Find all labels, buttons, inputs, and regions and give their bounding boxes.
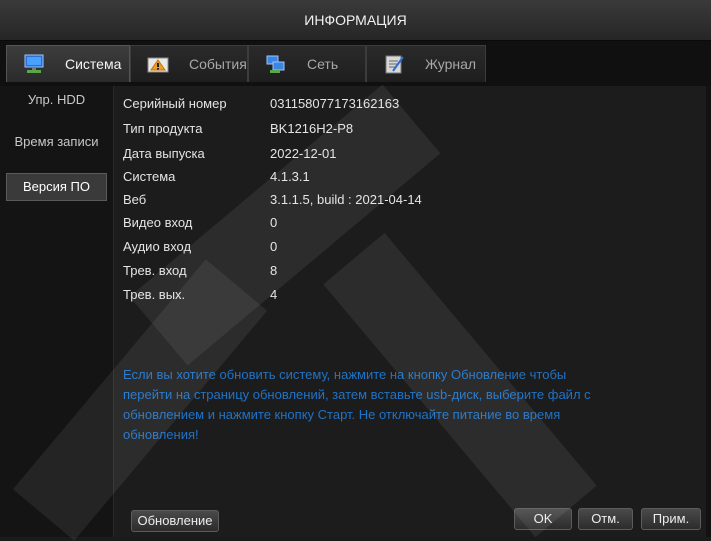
info-row-alarm-out: Трев. вых. 4 (123, 287, 277, 307)
tab-system-label: Система (65, 56, 122, 72)
info-value: 8 (270, 263, 278, 278)
info-label: Веб (123, 192, 147, 207)
info-value: 4.1.3.1 (270, 169, 310, 184)
alarm-icon (147, 54, 169, 74)
info-row-serial: Серийный номер 031158077173162163 (123, 96, 399, 116)
tab-network-label: Сеть (307, 56, 339, 72)
info-row-release-date: Дата выпуска 2022-12-01 (123, 146, 337, 166)
info-label: Серийный номер (123, 96, 227, 111)
cancel-button[interactable]: Отм. (578, 508, 633, 530)
info-value: 0 (270, 239, 278, 254)
info-row-web: Веб 3.1.1.5, build : 2021-04-14 (123, 192, 422, 212)
update-notice: Если вы хотите обновить систему, нажмите… (123, 367, 591, 442)
monitor-icon (23, 54, 45, 74)
window-title: ИНФОРМАЦИЯ (0, 0, 711, 41)
apply-button[interactable]: Прим. (641, 508, 701, 530)
tab-events[interactable]: События (130, 45, 248, 82)
tab-network[interactable]: Сеть (248, 45, 366, 82)
info-label: Тип продукта (123, 121, 203, 136)
info-label: Дата выпуска (123, 146, 205, 161)
log-icon (383, 54, 405, 74)
info-label: Видео вход (123, 215, 193, 230)
sidebar: Упр. HDD Время записи Версия ПО (0, 86, 113, 537)
info-value: 2022-12-01 (270, 146, 337, 161)
sidebar-item-version[interactable]: Версия ПО (6, 173, 107, 201)
info-value: 3.1.1.5, build : 2021-04-14 (270, 192, 422, 207)
info-window: ИНФОРМАЦИЯ Система События Сеть Журнал У… (0, 0, 711, 541)
info-value: BK1216H2-P8 (270, 121, 354, 136)
info-label: Аудио вход (123, 239, 192, 254)
update-button[interactable]: Обновление (131, 510, 219, 532)
sidebar-item-record-time[interactable]: Время записи (6, 128, 107, 156)
tab-bar: Система События Сеть Журнал (0, 41, 711, 86)
info-panel: Серийный номер 031158077173162163 Тип пр… (113, 86, 706, 537)
network-icon (265, 54, 287, 74)
tab-system[interactable]: Система (6, 45, 130, 82)
info-row-product-type: Тип продукта BK1216H2-P8 (123, 121, 353, 141)
info-value: 4 (270, 287, 278, 302)
sidebar-item-hdd[interactable]: Упр. HDD (6, 86, 107, 114)
info-label: Трев. вых. (123, 287, 186, 302)
info-label: Трев. вход (123, 263, 187, 278)
info-label: Система (123, 169, 176, 184)
info-value: 0 (270, 215, 278, 230)
tab-log-label: Журнал (425, 56, 477, 72)
tab-log[interactable]: Журнал (366, 45, 486, 82)
tab-events-label: События (189, 56, 247, 72)
info-row-audio-in: Аудио вход 0 (123, 239, 277, 259)
info-value: 031158077173162163 (270, 96, 400, 111)
ok-button[interactable]: OK (514, 508, 572, 530)
info-row-video-in: Видео вход 0 (123, 215, 277, 235)
info-row-alarm-in: Трев. вход 8 (123, 263, 277, 283)
info-row-system: Система 4.1.3.1 (123, 169, 310, 189)
